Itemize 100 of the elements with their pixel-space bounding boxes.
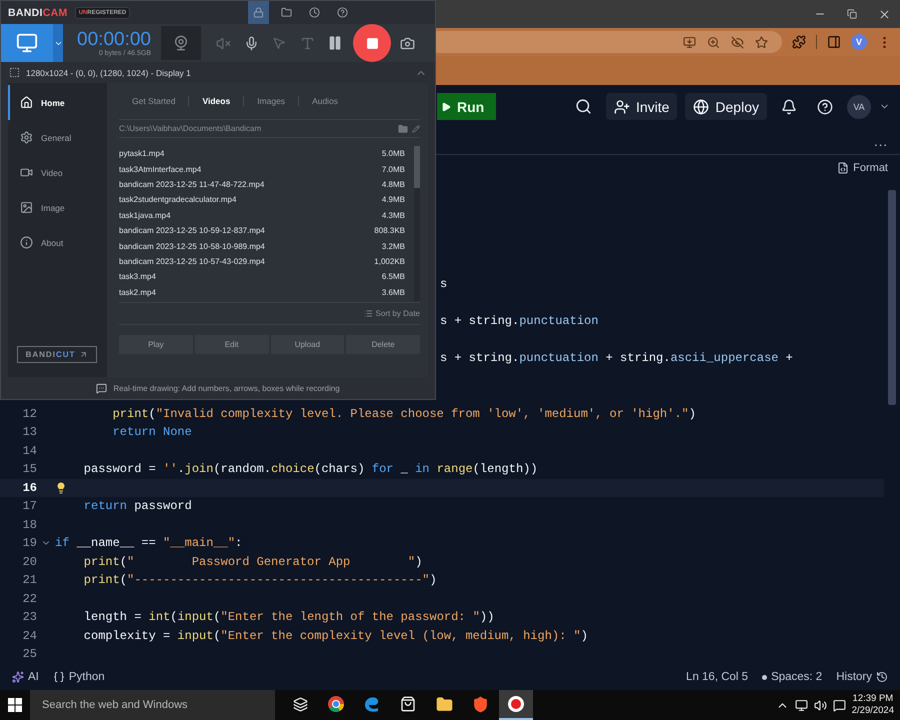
close-icon — [878, 8, 890, 20]
ai-button[interactable]: AI — [12, 671, 39, 683]
pause-icon — [327, 35, 343, 51]
star-icon[interactable] — [755, 36, 768, 48]
file-name[interactable]: task3.mp4 — [119, 272, 382, 282]
sidebar-item[interactable]: Video — [8, 155, 107, 190]
tab[interactable]: Audios — [299, 96, 352, 106]
language-button[interactable]: Python — [52, 671, 105, 683]
info-icon — [20, 236, 33, 249]
bandicut-button[interactable]: BANDICUT — [17, 346, 97, 363]
code-line: print("----------------------------------------") — [82, 572, 437, 589]
format-button[interactable]: Format — [837, 162, 888, 174]
line-number: 17 — [22, 498, 37, 515]
zoom-icon[interactable] — [707, 36, 720, 48]
line-number: 16 — [22, 480, 37, 496]
tab[interactable]: Get Started — [119, 96, 190, 106]
video-icon — [20, 166, 33, 179]
restore-icon — [847, 9, 857, 19]
lightbulb-icon[interactable] — [55, 482, 67, 494]
code-line: password = ''.join(random.choice(chars) for _ in range(length)) — [82, 461, 538, 478]
line-number: 24 — [22, 628, 37, 644]
code-line: s + string.punctuation — [440, 313, 598, 330]
file-name[interactable]: task1java.mp4 — [119, 210, 382, 220]
user-avatar[interactable]: VA — [847, 94, 871, 118]
stop-icon — [366, 36, 378, 50]
sparkle-icon — [12, 671, 24, 683]
clock-icon — [309, 7, 320, 18]
install-icon[interactable] — [683, 36, 696, 48]
file-size: 5.0MB — [382, 149, 405, 158]
invite-button[interactable]: Invite — [606, 93, 678, 120]
tab[interactable]: Images — [244, 96, 300, 106]
action-button[interactable]: Upload — [270, 335, 344, 354]
monitor-icon — [16, 32, 38, 54]
screen-mode-button[interactable] — [1, 24, 53, 62]
lock-icon — [253, 7, 264, 18]
shopping-bag-icon — [400, 696, 416, 712]
scrollbar-thumb[interactable] — [888, 190, 896, 405]
browser-icon — [363, 695, 381, 713]
record-icon — [507, 695, 525, 713]
file-size: 808.3KB — [374, 226, 405, 236]
help-icon — [337, 7, 348, 18]
bell-icon[interactable] — [781, 98, 797, 114]
file-size: 7.0MB — [382, 164, 405, 174]
search-icon[interactable] — [574, 98, 592, 115]
line-number: 21 — [22, 572, 37, 589]
run-button[interactable]: Run — [437, 93, 496, 120]
indent-setting[interactable]: Spaces: 2 — [762, 671, 822, 683]
sidebar-item[interactable]: About — [8, 225, 107, 260]
file-name[interactable]: task2.mp4 — [119, 288, 382, 297]
action-button[interactable]: Play — [119, 335, 193, 354]
task-view-icon — [292, 696, 308, 712]
webcam-off-button[interactable] — [161, 26, 201, 60]
windows-logo-icon — [8, 698, 22, 712]
scrollbar-thumb[interactable] — [414, 146, 420, 188]
file-name[interactable]: task2studentgradecalculator.mp4 — [119, 195, 382, 204]
side-panel-icon[interactable] — [827, 35, 841, 49]
file-name[interactable]: bandicam 2023-12-25 10-59-12-837.mp4 — [119, 226, 374, 236]
home-icon — [20, 96, 33, 109]
area-icon — [9, 67, 20, 78]
file-name[interactable]: task3AtmInterface.mp4 — [119, 164, 382, 174]
speaker-muted-icon — [216, 36, 230, 50]
taskbar-search-field[interactable]: Search the web and Windows — [30, 690, 275, 720]
taskbar-app-button[interactable] — [499, 690, 533, 720]
sidebar-item[interactable]: Image — [8, 190, 107, 225]
tip-text: Real-time drawing: Add numbers, arrows, boxes while recording — [113, 384, 340, 392]
file-size: 3.6MB — [382, 288, 405, 297]
address-bar[interactable] — [436, 31, 782, 53]
help-icon[interactable] — [817, 98, 833, 114]
profile-avatar[interactable]: V — [851, 34, 867, 50]
sidebar-item[interactable]: General — [8, 120, 107, 155]
file-name[interactable]: pytask1.mp4 — [119, 149, 382, 158]
sort-button[interactable]: Sort by Date — [364, 309, 420, 318]
puzzle-icon[interactable] — [792, 35, 806, 49]
list-icon — [364, 309, 373, 318]
notifications-icon[interactable] — [832, 698, 846, 712]
toolbar-button[interactable] — [248, 1, 269, 24]
stop-button[interactable] — [353, 24, 391, 62]
microphone-icon — [244, 36, 258, 50]
line-number: 20 — [22, 554, 37, 570]
code-line: return None — [112, 424, 192, 441]
pencil-icon[interactable] — [412, 124, 420, 132]
eye-off-icon[interactable] — [731, 36, 744, 48]
gear-icon — [20, 131, 33, 144]
folder-icon[interactable] — [398, 124, 408, 134]
action-button[interactable]: Delete — [346, 335, 420, 354]
file-name[interactable]: bandicam 2023-12-25 10-57-43-029.mp4 — [119, 256, 374, 266]
globe-icon — [693, 98, 710, 114]
arrow-icon — [79, 350, 88, 359]
volume-icon[interactable] — [814, 698, 827, 712]
browser-icon — [327, 695, 345, 713]
action-button[interactable]: Edit — [194, 335, 268, 354]
deploy-button[interactable]: Deploy — [685, 93, 767, 120]
folder-path: C:\Users\Vaibhav\Documents\Bandicam — [119, 124, 262, 133]
file-size: 4.8MB — [382, 180, 405, 189]
history-button[interactable]: History — [836, 671, 888, 683]
file-name[interactable]: bandicam 2023-12-25 10-58-10-989.mp4 — [119, 242, 382, 251]
file-name[interactable]: bandicam 2023-12-25 11-47-48-722.mp4 — [119, 180, 382, 189]
more-options[interactable]: ... — [874, 134, 888, 148]
tab[interactable]: Videos — [189, 96, 244, 106]
network-icon[interactable] — [794, 698, 808, 712]
